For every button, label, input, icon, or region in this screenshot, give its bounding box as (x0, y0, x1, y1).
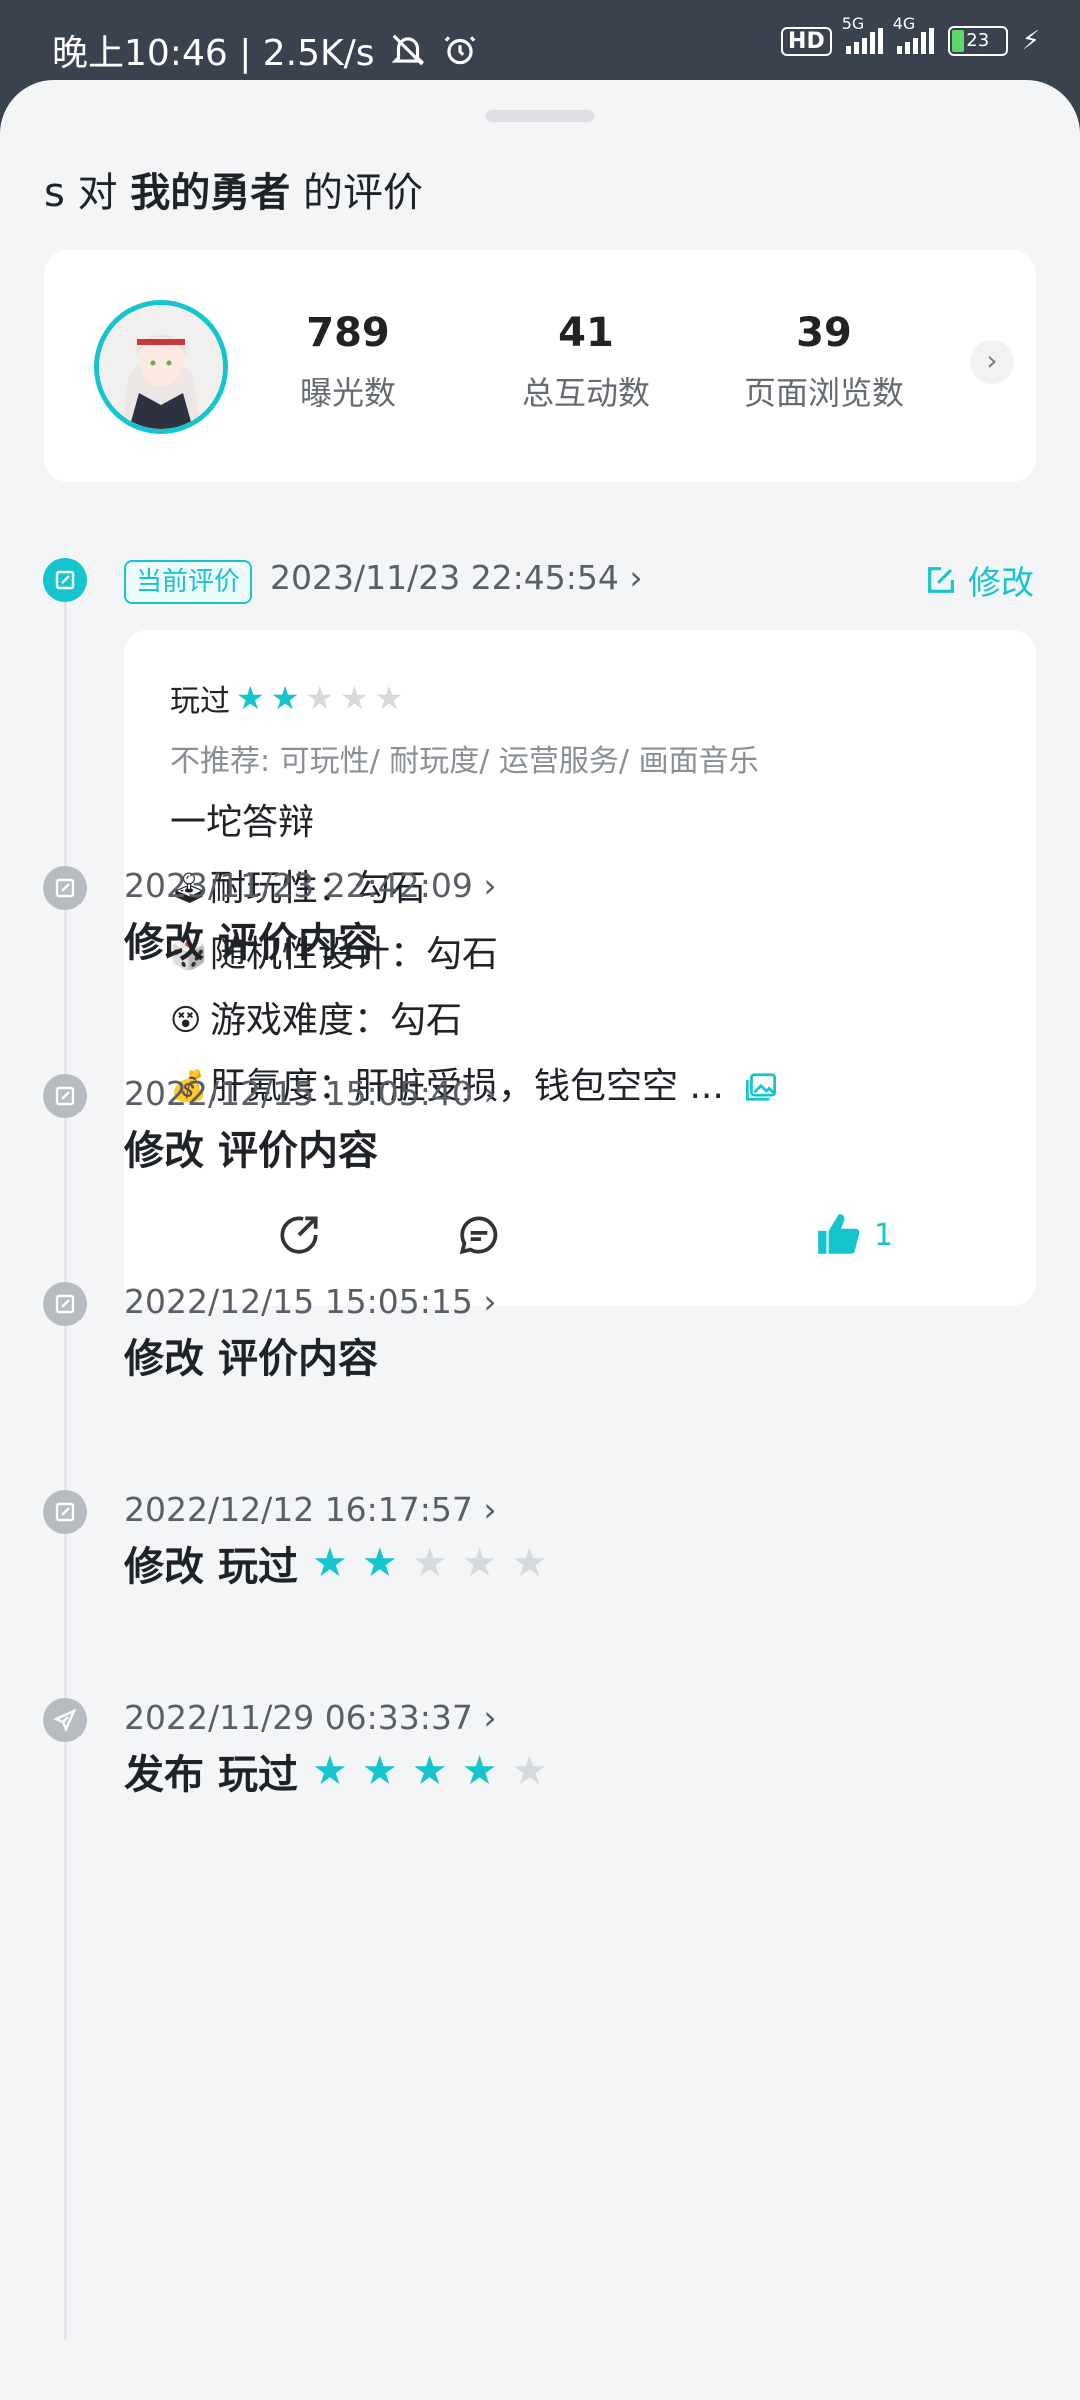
comment-button[interactable] (454, 1210, 504, 1260)
current-review-time[interactable]: 2023/11/23 22:45:54 › (270, 558, 643, 597)
status-bar: 晚上10:46 | 2.5K/s HD 5G 4G 23 ⚡ (0, 0, 1080, 80)
star-icon: ★ (305, 679, 335, 717)
charging-icon: ⚡ (1021, 26, 1040, 56)
alarm-icon (444, 36, 475, 65)
stats-card[interactable]: 789 曝光数 41 总互动数 39 页面浏览数 › (44, 250, 1036, 482)
not-recommend-reasons: 不推荐: 可玩性/ 耐玩度/ 运营服务/ 画面音乐 (170, 744, 759, 779)
hd-badge: HD (781, 26, 832, 56)
signal-4g-icon: 4G (893, 14, 934, 54)
status-right: HD 5G 4G 23 ⚡ (781, 14, 1040, 56)
history-time[interactable]: 2022/12/12 16:17:57 › (124, 1490, 497, 1529)
battery-level: 23 (966, 30, 990, 51)
edit-node-icon (43, 558, 87, 602)
history-entry: 修改 玩过 ★ ★ ★ ★ ★ (124, 1540, 548, 1590)
chevron-right-icon[interactable]: › (970, 340, 1014, 384)
star-icon: ★ (361, 1540, 398, 1586)
send-node-icon (43, 1698, 87, 1742)
game-name[interactable]: 我的勇者 (130, 170, 290, 216)
comment-icon (459, 1216, 498, 1255)
mute-bell-icon (391, 34, 425, 66)
image-icon[interactable] (744, 1072, 778, 1102)
avatar[interactable] (94, 300, 228, 434)
edit-icon (928, 567, 954, 593)
edit-button[interactable]: 修改 (924, 556, 1034, 604)
edit-node-icon (43, 1282, 87, 1326)
stat-page-views: 39 页面浏览数 (743, 310, 904, 412)
star-icon: ★ (236, 679, 265, 717)
history-entry: 修改 评价内容 (124, 920, 378, 966)
review-actions: 1 (124, 1210, 1036, 1290)
stat-interactions: 41 总互动数 (521, 310, 650, 412)
star-icon: ★ (411, 1748, 448, 1794)
star-icon: ★ (270, 679, 300, 717)
star-icon: ★ (340, 679, 369, 717)
time-and-speed: 晚上10:46 | 2.5K/s (52, 33, 375, 74)
like-count: 1 (874, 1217, 894, 1253)
stat-exposure: 789 曝光数 (299, 310, 396, 412)
star-icon: ★ (361, 1748, 398, 1794)
page-title: s 对 我的勇者 的评价 (44, 170, 423, 216)
dizzy-face-icon: 😵 (170, 1003, 202, 1038)
timeline-line (64, 590, 67, 2340)
history-entry: 修改 评价内容 (124, 1336, 378, 1382)
history-time[interactable]: 2022/12/15 15:05:15 › (124, 1282, 497, 1321)
star-icon: ★ (511, 1748, 548, 1794)
share-button[interactable] (274, 1210, 324, 1260)
current-review-card[interactable]: 玩过 ★ ★ ★ ★ ★ 不推荐: 可玩性/ 耐玩度/ 运营服务/ 画面音乐 一… (124, 630, 1036, 1306)
history-time[interactable]: 2023/11/23 22:42:09 › (124, 866, 497, 905)
star-icon: ★ (461, 1748, 498, 1794)
current-review-tag: 当前评价 (124, 560, 253, 604)
battery-icon: 23 (947, 26, 1008, 56)
bottom-sheet: s 对 我的勇者 的评价 789 曝光数 41 总互动数 39 页面浏览数 › … (0, 80, 1080, 2400)
star-icon: ★ (511, 1540, 548, 1586)
share-icon (280, 1216, 318, 1254)
history-entry: 发布 玩过 ★ ★ ★ ★ ★ (124, 1748, 548, 1798)
edit-node-icon (43, 1490, 87, 1534)
played-rating: 玩过 ★ ★ ★ ★ ★ (170, 679, 404, 719)
history-time[interactable]: 2022/12/15 15:05:40 › (124, 1074, 497, 1113)
history-entry: 修改 评价内容 (124, 1128, 378, 1174)
history-time[interactable]: 2022/11/29 06:33:37 › (124, 1698, 497, 1737)
edit-node-icon (43, 866, 87, 910)
thumbs-up-icon (818, 1214, 860, 1254)
signal-5g-icon: 5G (842, 14, 883, 54)
drag-handle[interactable] (486, 110, 594, 122)
star-icon: ★ (411, 1540, 448, 1586)
star-icon: ★ (374, 679, 404, 717)
star-icon: ★ (312, 1540, 348, 1586)
edit-node-icon (43, 1074, 87, 1118)
star-icon: ★ (312, 1748, 348, 1794)
status-left: 晚上10:46 | 2.5K/s (52, 24, 479, 76)
star-icon: ★ (461, 1540, 498, 1586)
like-button[interactable]: 1 (814, 1210, 893, 1260)
